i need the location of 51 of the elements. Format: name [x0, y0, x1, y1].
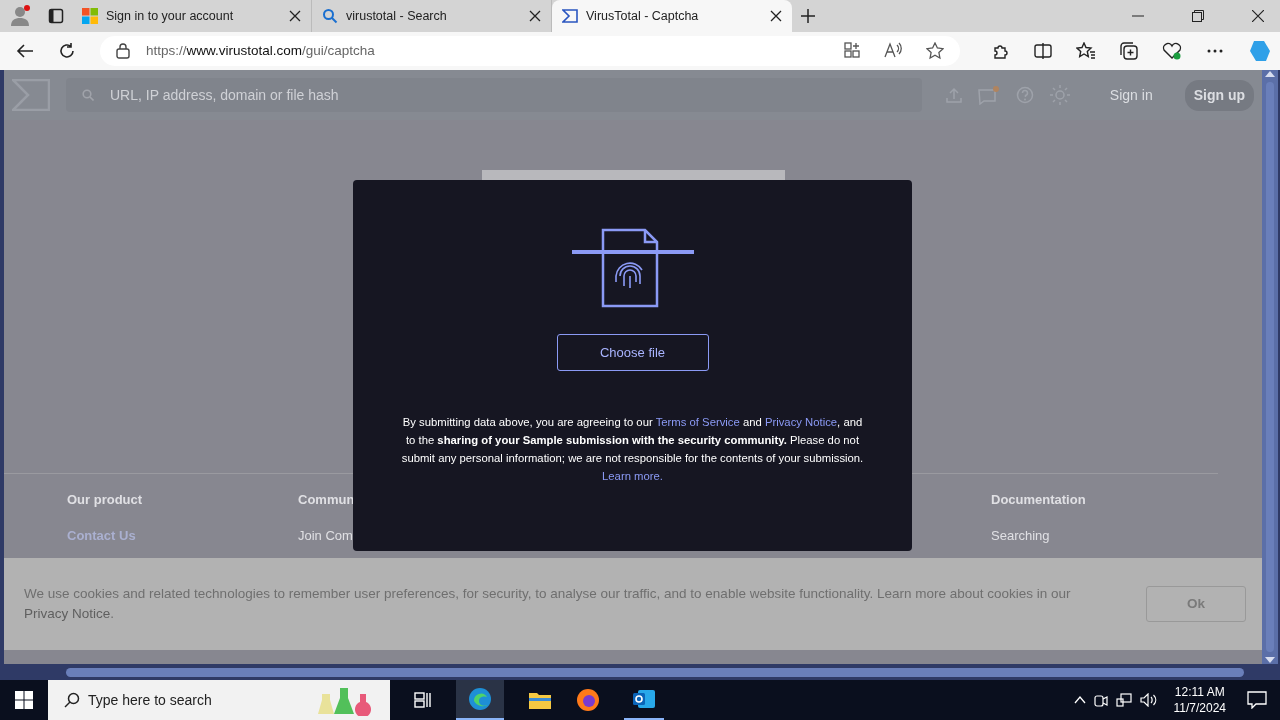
- footer-heading: Documentation: [991, 491, 1087, 509]
- notice-link[interactable]: Learn more.: [602, 470, 663, 482]
- volume-icon[interactable]: [1139, 693, 1158, 707]
- windows-start-icon[interactable]: [15, 691, 33, 709]
- address-bar[interactable]: https://www.virustotal.com/gui/captcha: [100, 36, 960, 66]
- taskbar-search-field[interactable]: Type here to search: [48, 680, 390, 720]
- notifications-icon[interactable]: [1247, 691, 1267, 709]
- refresh-icon[interactable]: [58, 42, 76, 60]
- windows-logo-icon: [82, 8, 98, 24]
- read-aloud-icon[interactable]: [884, 42, 902, 58]
- file-fingerprint-icon: [571, 228, 694, 310]
- vertical-scrollbar[interactable]: [1262, 70, 1278, 664]
- search-icon: [64, 692, 80, 708]
- url-text: https://www.virustotal.com/gui/captcha: [146, 41, 376, 60]
- footer-heading: Our product: [67, 491, 144, 509]
- tab-actions-icon[interactable]: [48, 8, 64, 24]
- choose-file-button[interactable]: Choose file: [556, 334, 709, 371]
- footer-heading: Commun: [298, 491, 356, 509]
- cookie-message: We use cookies and related technologies to remember user preferences, for security, to analyse our traffic, and to enable website functionality. Learn more about cookies in our Privacy Notice.: [24, 584, 1072, 623]
- split-screen-icon[interactable]: [1034, 42, 1052, 60]
- close-icon[interactable]: [1252, 10, 1264, 22]
- search-icon: [82, 89, 94, 101]
- chevron-up-icon[interactable]: [1073, 696, 1086, 704]
- browser-essentials-icon[interactable]: [1162, 42, 1182, 60]
- outlook-icon: [632, 688, 656, 710]
- lock-icon: [116, 43, 130, 59]
- extensions-icon[interactable]: [992, 42, 1010, 60]
- browser-tab[interactable]: VirusTotal - Captcha: [552, 0, 792, 32]
- meet-now-icon[interactable]: [1093, 692, 1108, 708]
- restore-icon[interactable]: [1192, 10, 1204, 22]
- favorite-star-icon[interactable]: [926, 42, 944, 60]
- search-icon: [322, 8, 338, 24]
- collections-icon[interactable]: [1120, 42, 1138, 60]
- new-tab-icon[interactable]: [800, 8, 816, 24]
- taskbar-clock[interactable]: 12:11 AM 11/7/2024: [1165, 684, 1234, 716]
- file-explorer-icon[interactable]: [528, 690, 552, 710]
- taskbar-app[interactable]: [456, 680, 504, 720]
- consent-notice: By submitting data above, you are agreeing to our Terms of Service and Privacy Notice, and to the sharing of your Sample submission with the security community. Please do not submit any personal information; we are not responsible for the contents of your submission. Learn more.: [400, 415, 865, 484]
- favorites-icon[interactable]: [1076, 42, 1096, 60]
- network-icon[interactable]: [1115, 693, 1132, 707]
- apps-icon[interactable]: [844, 42, 860, 58]
- close-icon[interactable]: [529, 10, 541, 22]
- profile-icon[interactable]: [8, 4, 32, 28]
- back-icon[interactable]: [16, 42, 34, 60]
- notice-link[interactable]: Privacy Notice: [764, 416, 838, 428]
- sigma-logo-icon: [562, 8, 578, 24]
- scroll-down-icon[interactable]: [1265, 656, 1275, 664]
- task-view-icon[interactable]: [414, 692, 432, 708]
- notice-link[interactable]: Terms of Service: [655, 416, 740, 428]
- close-icon[interactable]: [770, 10, 782, 22]
- close-icon[interactable]: [289, 10, 301, 22]
